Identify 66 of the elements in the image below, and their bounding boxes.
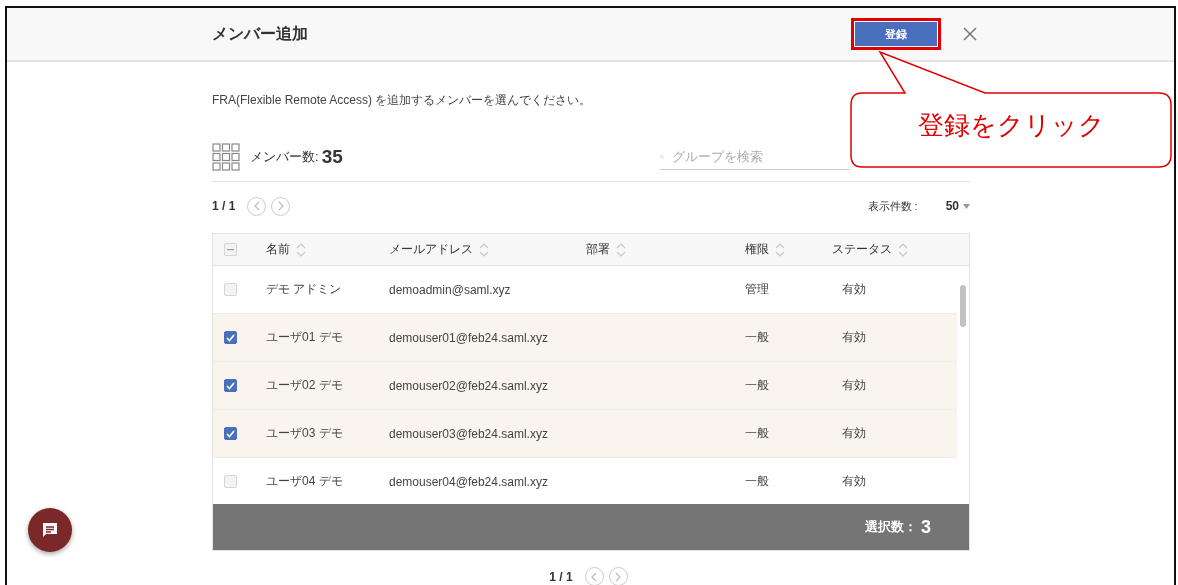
check-icon — [226, 381, 235, 390]
table-cell-text: 有効 — [841, 377, 867, 394]
dialog-title: メンバー追加 — [212, 23, 308, 44]
table-row[interactable]: ユーザ02 デモ demouser02@feb24.saml.xyz 一般 有効 — [213, 362, 957, 410]
chevron-right-icon — [614, 571, 623, 582]
table-row[interactable]: ユーザ01 デモ demouser01@feb24.saml.xyz 一般 有効 — [213, 314, 957, 362]
table-cell-text: 有効 — [841, 329, 867, 346]
chevron-left-icon — [590, 571, 599, 582]
previous-page-button[interactable] — [584, 567, 604, 585]
table-cell-text: 一般 — [745, 473, 770, 490]
checkbox[interactable] — [224, 379, 237, 392]
page-size-label: 表示件数 : — [867, 198, 918, 214]
column-header: 名前 — [266, 241, 290, 258]
selection-count-label: 選択数： — [865, 518, 917, 536]
table-cell-text: demouser04@feb24.saml.xyz — [389, 474, 549, 489]
check-icon — [226, 333, 235, 342]
table-cell-text: demoadmin@saml.xyz — [389, 282, 512, 297]
member-count: 35 — [321, 146, 343, 168]
page-indicator: 1 / 1 — [212, 199, 236, 213]
minus-icon — [227, 248, 234, 251]
close-icon[interactable] — [963, 27, 977, 41]
table-cell-text: demouser02@feb24.saml.xyz — [389, 378, 549, 393]
sort-icon[interactable] — [616, 241, 626, 258]
table-cell-text: 管理 — [745, 281, 770, 298]
description-text: FRA(Flexible Remote Access) を追加するメンバーを選んでください。 — [212, 92, 593, 109]
table-cell-text: ユーザ03 デモ — [266, 425, 344, 442]
check-icon — [226, 429, 235, 438]
sort-icon[interactable] — [775, 241, 785, 258]
search-field[interactable]: グループを検索 — [670, 148, 850, 165]
member-count-label: メンバー数: — [250, 148, 319, 166]
table-cell-text: ユーザ02 デモ — [266, 377, 344, 394]
next-page-button[interactable] — [608, 567, 628, 585]
table-cell-text: demouser01@feb24.saml.xyz — [389, 330, 549, 345]
table-cell-text: 一般 — [745, 329, 770, 346]
sort-icon[interactable] — [479, 241, 489, 258]
table-cell-text: ユーザ01 デモ — [266, 329, 344, 346]
column-header: 権限 — [745, 241, 769, 258]
sort-icon[interactable] — [296, 241, 306, 258]
chevron-right-icon — [276, 201, 285, 211]
selection-count: 3 — [921, 516, 931, 538]
table-cell-text: demouser03@feb24.saml.xyz — [389, 426, 549, 441]
sort-icon[interactable] — [898, 241, 908, 258]
next-page-button[interactable] — [271, 196, 291, 216]
table-cell-text: 一般 — [745, 377, 770, 394]
register-button[interactable]: 登録 — [851, 18, 941, 50]
checkbox[interactable] — [224, 331, 237, 344]
table-cell-text: デモ アドミン — [266, 281, 343, 298]
page-indicator: 1 / 1 — [549, 569, 573, 584]
table-cell-text: 有効 — [841, 281, 867, 298]
previous-page-button[interactable] — [247, 196, 267, 216]
chat-button[interactable] — [28, 508, 72, 552]
chevron-left-icon — [252, 201, 261, 211]
table-cell-text: 一般 — [745, 425, 770, 442]
checkbox[interactable] — [224, 427, 237, 440]
page-size-select[interactable]: 50 — [945, 199, 970, 213]
column-header: 部署 — [586, 241, 610, 258]
chat-icon — [41, 521, 59, 539]
callout-text: 登録をクリック — [916, 109, 1106, 142]
grid-icon — [212, 143, 240, 171]
table-cell-text: 有効 — [841, 425, 867, 442]
caret-icon — [963, 203, 970, 209]
table-cell-text: 有効 — [841, 473, 867, 490]
column-header: ステータス — [832, 241, 892, 258]
table-cell-text: ユーザ04 デモ — [266, 473, 344, 490]
column-header: メールアドレス — [389, 241, 473, 258]
table-row[interactable]: ユーザ03 デモ demouser03@feb24.saml.xyz 一般 有効 — [213, 410, 957, 458]
